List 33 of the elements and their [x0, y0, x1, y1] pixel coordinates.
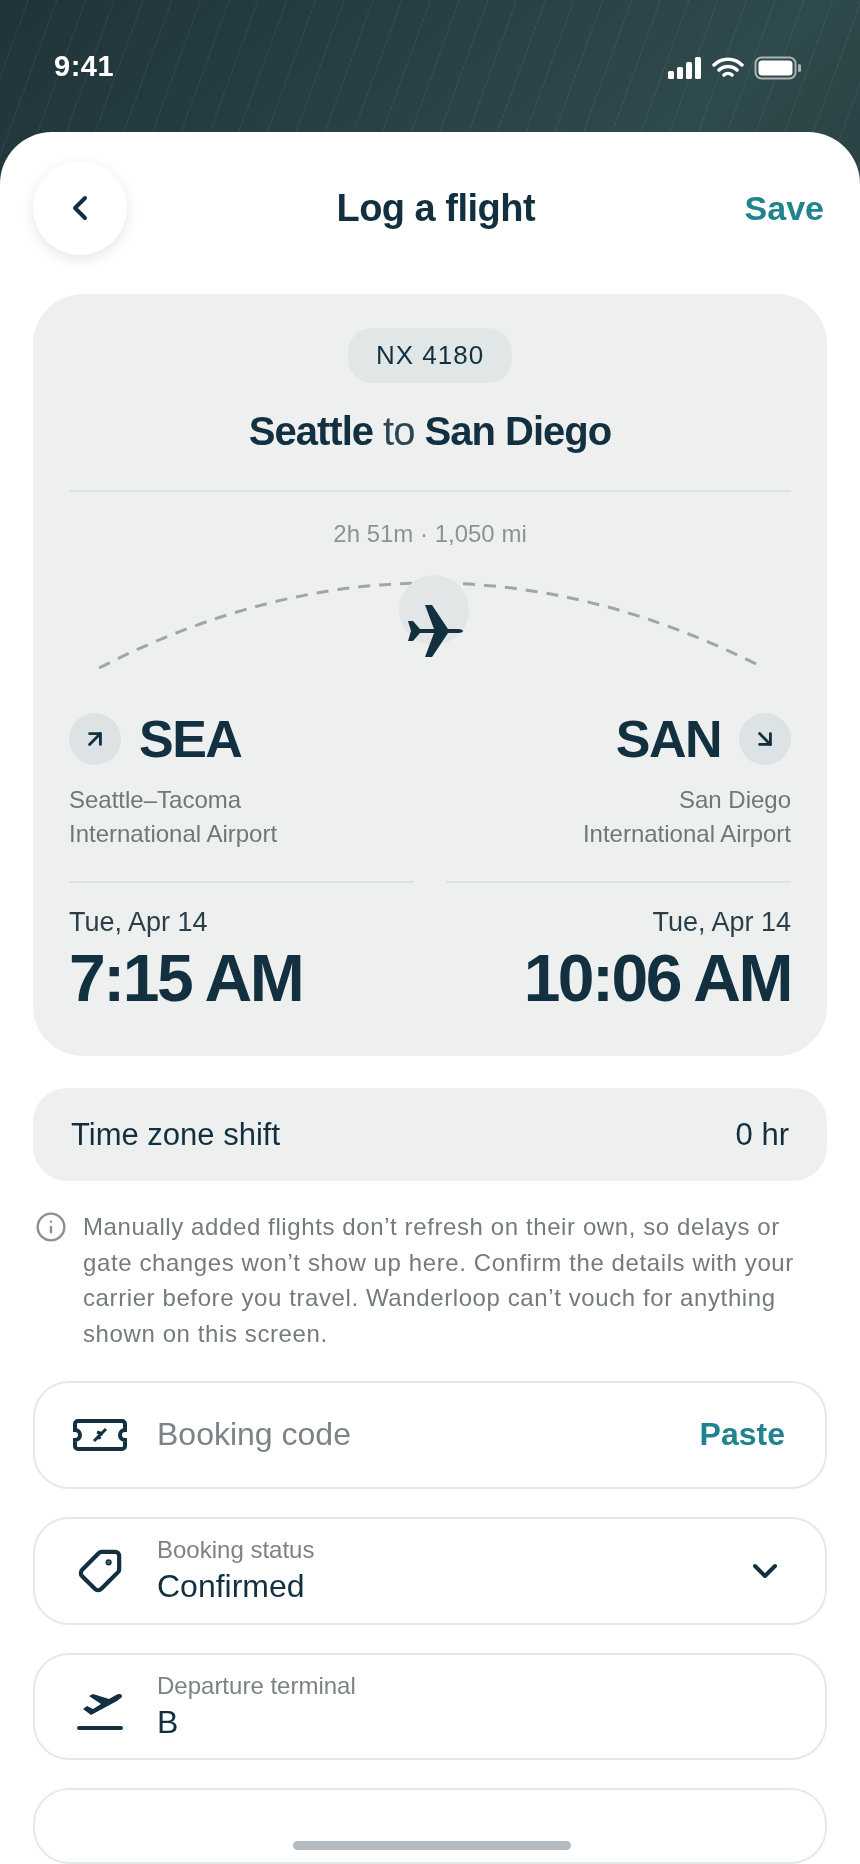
- time-zone-value: 0 hr: [735, 1116, 789, 1153]
- time-zone-label: Time zone shift: [71, 1116, 281, 1153]
- airport-code: SAN: [615, 709, 721, 770]
- airport-name: San Diego International Airport: [581, 785, 791, 850]
- plane-icon: [406, 603, 464, 660]
- airport-name: Seattle–Tacoma International Airport: [69, 785, 279, 850]
- arrival-date: Tue, Apr 14: [652, 907, 791, 939]
- tag-icon: [77, 1547, 123, 1594]
- paste-button[interactable]: Paste: [699, 1416, 785, 1454]
- screen-title: Log a flight: [336, 186, 536, 230]
- departure-time: 7:15 AM: [69, 940, 303, 1017]
- select-field[interactable]: Booking status Confirmed: [33, 1516, 827, 1625]
- field-value: B: [157, 1704, 180, 1741]
- signal-icon: [668, 57, 702, 79]
- wifi-icon: [712, 56, 744, 80]
- text-field[interactable]: Departure terminal B: [33, 1652, 827, 1761]
- booking-code-field[interactable]: Booking code Paste: [33, 1381, 827, 1489]
- time-zone-row[interactable]: Time zone shift 0 hr: [33, 1088, 827, 1182]
- field-label: Departure terminal: [157, 1672, 357, 1700]
- ticket-icon: [73, 1418, 127, 1452]
- save-button[interactable]: Save: [744, 188, 824, 228]
- route-title: Seattle to San Diego: [247, 409, 613, 455]
- status-time: 9:41: [54, 50, 115, 83]
- arrival-time: 10:06 AM: [523, 940, 791, 1017]
- field-label: Booking status: [157, 1536, 316, 1565]
- battery-icon: [754, 56, 802, 80]
- field-value: Confirmed: [157, 1568, 306, 1606]
- info-icon: [35, 1211, 67, 1244]
- airport-code: SEA: [139, 709, 242, 770]
- flight-summary: 2h 51m · 1,050 mi: [332, 520, 528, 549]
- notice-text: Manually added flights don’t refresh on their own, so delays or gate changes won’t show up here. Confirm the details with your carrier before you travel. Wanderloop can’t vouch for anything shown on this screen.: [83, 1212, 795, 1349]
- departure-date: Tue, Apr 14: [69, 907, 208, 939]
- flight-number: NX 4180: [347, 328, 513, 384]
